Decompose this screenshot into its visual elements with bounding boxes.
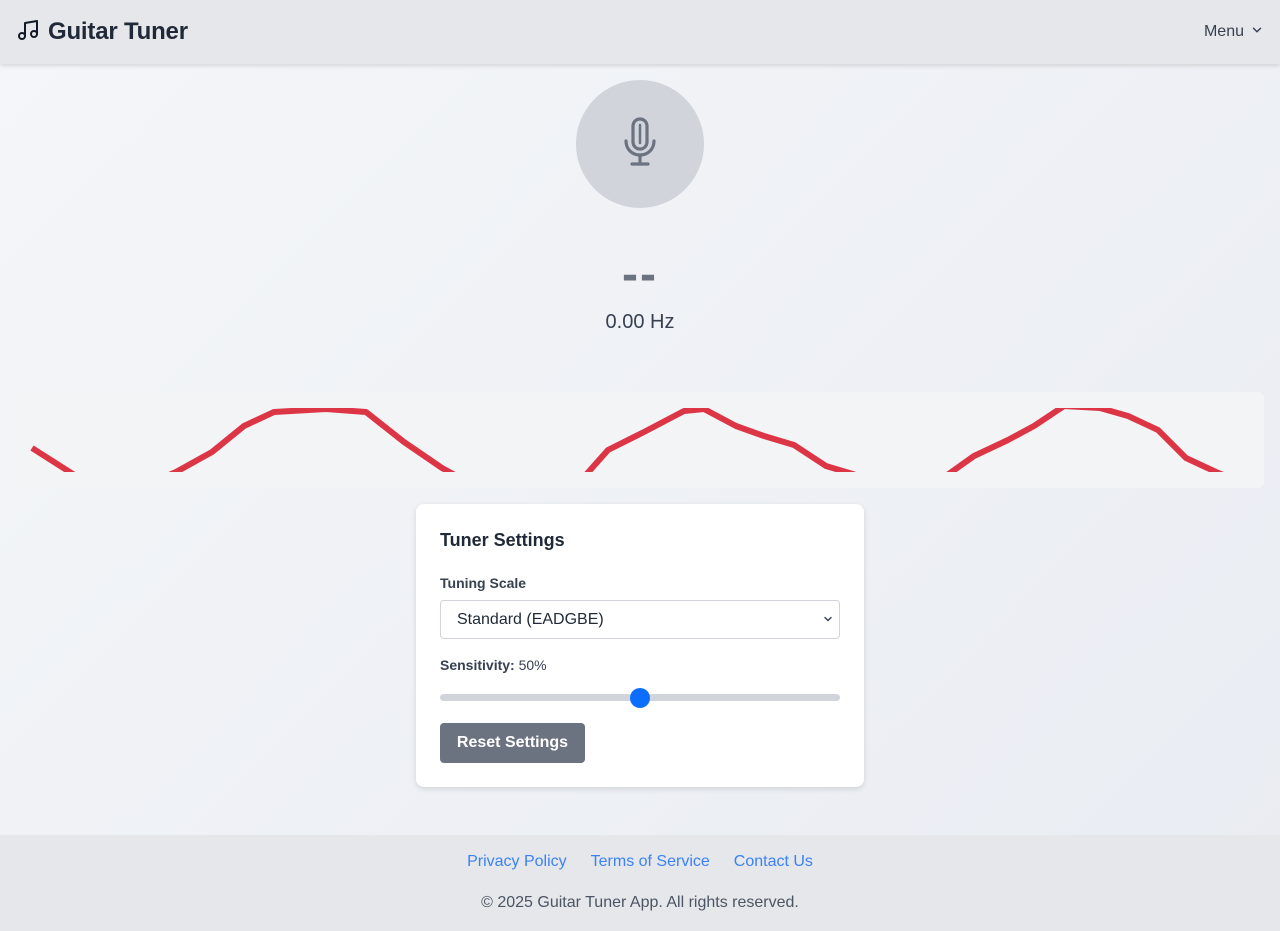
copyright-text: © 2025 Guitar Tuner App. All rights rese… bbox=[481, 894, 799, 911]
menu-dropdown[interactable]: Menu bbox=[1204, 23, 1264, 42]
privacy-policy-link[interactable]: Privacy Policy bbox=[467, 853, 567, 871]
sensitivity-label: Sensitivity: bbox=[440, 657, 515, 673]
tuning-scale-label: Tuning Scale bbox=[440, 575, 527, 591]
microphone-button[interactable] bbox=[576, 80, 704, 208]
sensitivity-slider-thumb[interactable] bbox=[630, 687, 650, 708]
frequency-readout: 0.00 Hz bbox=[605, 311, 675, 333]
footer-links: Privacy Policy Terms of Service Contact … bbox=[0, 853, 1280, 871]
waveform-graph bbox=[30, 408, 1224, 472]
detected-note: -- bbox=[622, 248, 658, 301]
brand[interactable]: Guitar Tuner bbox=[16, 18, 188, 47]
sensitivity-row: Sensitivity: 50% bbox=[440, 657, 547, 673]
footer: Privacy Policy Terms of Service Contact … bbox=[0, 835, 1280, 931]
chevron-down-icon bbox=[823, 611, 833, 629]
tuner-settings-card: Tuner Settings Tuning Scale Standard (EA… bbox=[416, 504, 864, 787]
terms-of-service-link[interactable]: Terms of Service bbox=[591, 853, 710, 871]
microphone-icon bbox=[622, 116, 658, 172]
top-navbar: Guitar Tuner Menu bbox=[0, 0, 1280, 64]
waveform-display bbox=[16, 392, 1264, 488]
tuning-scale-value: Standard (EADGBE) bbox=[457, 610, 604, 628]
reset-settings-button[interactable]: Reset Settings bbox=[440, 723, 585, 763]
waveform-line bbox=[30, 408, 1224, 472]
app-title: Guitar Tuner bbox=[48, 18, 188, 45]
music-note-icon bbox=[16, 18, 40, 47]
contact-us-link[interactable]: Contact Us bbox=[734, 853, 813, 871]
sensitivity-value: 50% bbox=[518, 657, 547, 673]
settings-title: Tuner Settings bbox=[440, 530, 565, 550]
sensitivity-slider[interactable] bbox=[440, 687, 840, 708]
menu-label: Menu bbox=[1203, 23, 1244, 40]
chevron-down-icon bbox=[1250, 23, 1264, 42]
tuning-scale-select[interactable]: Standard (EADGBE) bbox=[440, 600, 840, 639]
